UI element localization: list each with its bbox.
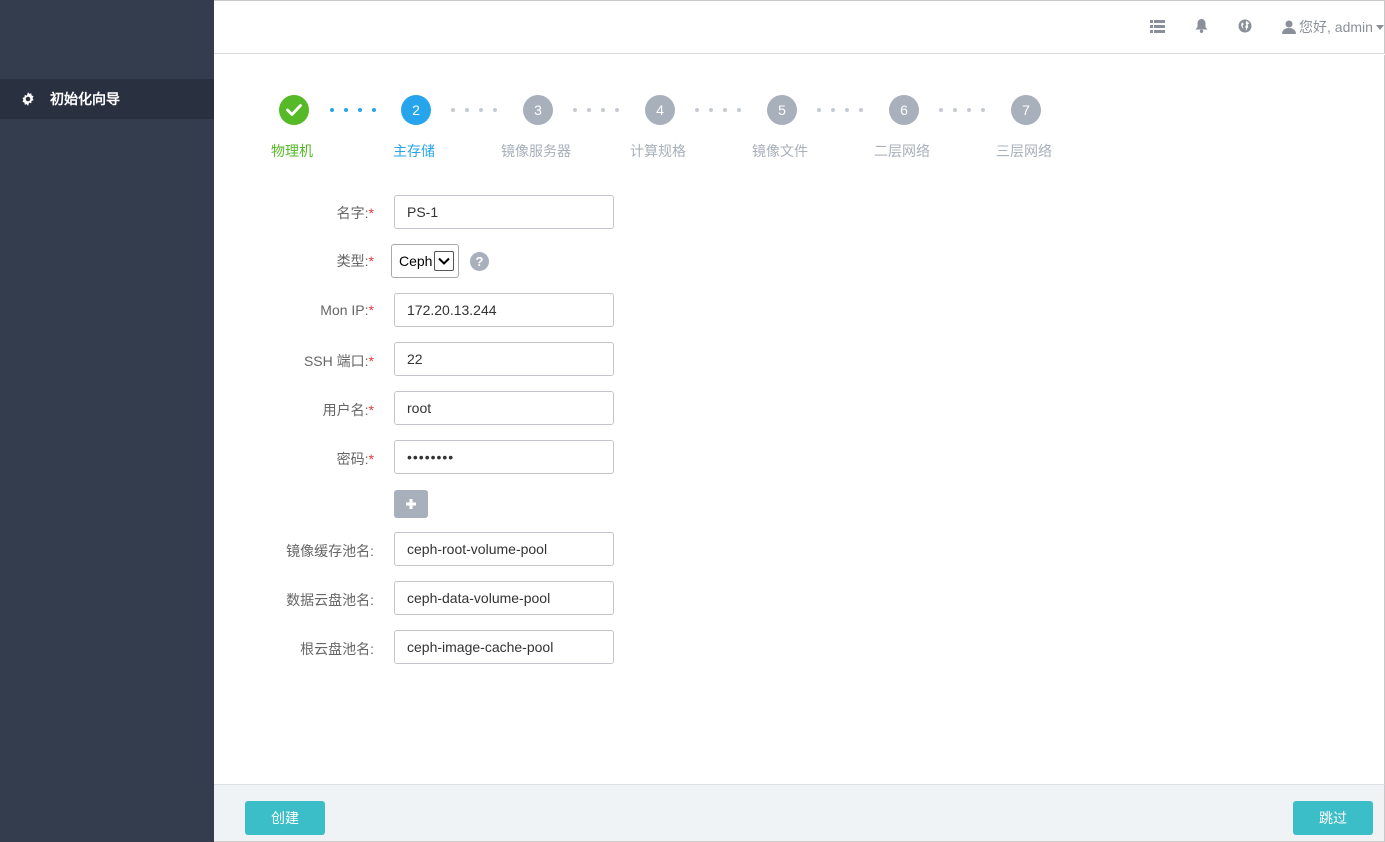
create-button[interactable]: 创建 <box>245 801 325 835</box>
step-2-label[interactable]: 主存储 <box>364 141 464 161</box>
sidebar-item-init-wizard[interactable]: 初始化向导 <box>0 79 214 119</box>
step-5-number: 5 <box>767 95 797 125</box>
step-connector-1 <box>330 105 376 115</box>
mon-ip-label: Mon IP:* <box>320 302 374 318</box>
image-cache-pool-label: 镜像缓存池名: <box>286 543 374 559</box>
step-connector-5 <box>817 105 863 115</box>
step-6-number: 6 <box>889 95 919 125</box>
add-mon-button[interactable] <box>394 490 428 518</box>
user-greeting: 您好, admin <box>1299 19 1373 35</box>
step-4-label: 计算规格 <box>630 143 686 159</box>
root-volume-pool-input[interactable] <box>394 630 614 664</box>
help-icon[interactable]: ? <box>470 252 489 271</box>
mon-ip-input[interactable] <box>394 293 614 327</box>
main-content: 物理机 2 主存储 3 镜像服务器 4 计算规格 5 镜像文件 6 二层网络 7… <box>214 55 1385 784</box>
gear-icon <box>20 91 36 107</box>
ssh-port-input[interactable] <box>394 342 614 376</box>
step-connector-4 <box>695 105 741 115</box>
list-icon[interactable] <box>1149 18 1165 34</box>
sidebar: 初始化向导 <box>0 0 214 842</box>
password-input[interactable] <box>394 440 614 474</box>
sidebar-item-label: 初始化向导 <box>50 91 120 107</box>
step-1-label[interactable]: 物理机 <box>242 141 342 161</box>
username-input[interactable] <box>394 391 614 425</box>
step-7-label: 三层网络 <box>996 143 1052 159</box>
name-label: 名字:* <box>336 205 374 221</box>
step-2-number[interactable]: 2 <box>401 95 431 125</box>
step-5-label: 镜像文件 <box>752 143 808 159</box>
caret-down-icon <box>1375 24 1384 30</box>
data-volume-pool-input[interactable] <box>394 581 614 615</box>
step-6-label: 二层网络 <box>874 143 930 159</box>
username-label: 用户名:* <box>322 402 374 418</box>
step-connector-6 <box>939 105 985 115</box>
step-connector-3 <box>573 105 619 115</box>
data-volume-pool-label: 数据云盘池名: <box>286 592 374 608</box>
step-3-number: 3 <box>523 95 553 125</box>
globe-icon[interactable] <box>1237 18 1253 34</box>
name-input[interactable] <box>394 195 614 229</box>
footer-bar: 创建 跳过 <box>214 784 1385 842</box>
step-3-label: 镜像服务器 <box>501 143 571 159</box>
step-1-check-icon[interactable] <box>279 95 309 125</box>
chevron-down-icon <box>434 251 454 271</box>
step-7-number: 7 <box>1011 95 1041 125</box>
password-label: 密码:* <box>336 451 374 467</box>
ssh-port-label: SSH 端口:* <box>303 353 374 369</box>
plus-icon <box>406 499 416 509</box>
skip-button[interactable]: 跳过 <box>1293 801 1373 835</box>
user-menu[interactable]: 您好, admin <box>1282 18 1385 36</box>
top-bar: 您好, admin <box>214 0 1385 54</box>
step-connector-2 <box>451 105 497 115</box>
user-icon <box>1282 20 1296 34</box>
image-cache-pool-input[interactable] <box>394 532 614 566</box>
root-volume-pool-label: 根云盘池名: <box>300 641 374 657</box>
type-select[interactable]: Ceph <box>391 244 459 278</box>
step-4-number: 4 <box>645 95 675 125</box>
type-select-value: Ceph <box>399 253 433 269</box>
bell-icon[interactable] <box>1193 18 1209 34</box>
type-label: 类型:* <box>336 253 374 269</box>
